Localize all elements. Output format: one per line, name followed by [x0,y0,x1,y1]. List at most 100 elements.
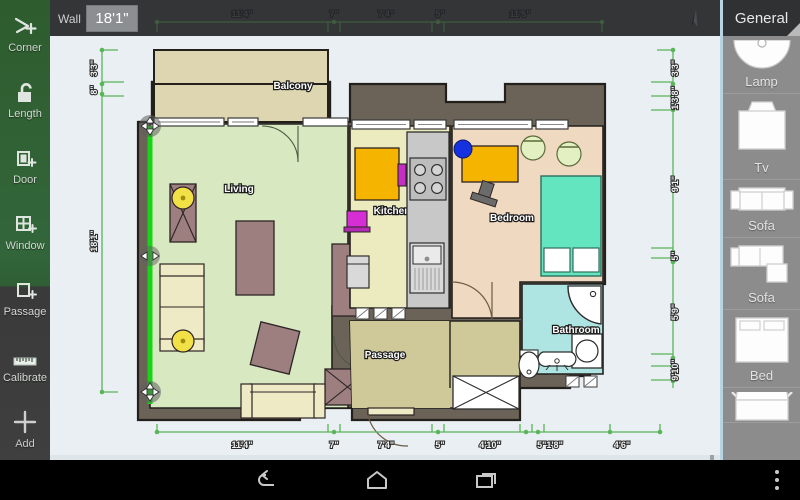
dim-bottom-2: 7'4" [378,440,394,450]
passage-hatch [452,375,520,410]
add-passage-icon [13,275,37,303]
catalog-item-sofa-corner[interactable]: Sofa [723,238,800,310]
tv-thumb [730,98,794,158]
tool-door[interactable]: Door [0,132,50,198]
dim-bottom-3: 5" [435,440,444,450]
balcony-window [153,117,349,127]
room-label-passage: Passage [365,350,406,361]
kitchen-table [354,147,407,201]
recents-icon [476,473,496,488]
catalog-category-selector[interactable]: General [723,0,800,36]
wall-handle-bottom [139,381,161,403]
dim-right-0: 3'3" [670,60,680,76]
plus-icon [12,407,38,435]
left-toolbar: Corner Length Door Window Passage Calibr… [0,0,50,497]
dim-bottom-5: 5"1'8" [537,440,563,450]
dim-left-1: 8" [89,85,99,94]
living-lamp-b [171,329,195,353]
sofa-straight-thumb [729,184,795,216]
dim-left-0: 3'3" [89,60,99,76]
android-navigation-bar [0,460,800,500]
tool-window[interactable]: Window [0,198,50,264]
room-label-bedroom: Bedroom [490,213,534,224]
lamp-thumb [730,40,794,72]
dim-right-3: 5" [670,251,680,260]
bedroom-bed [540,175,602,277]
catalog-item-bed[interactable]: Bed [723,310,800,388]
unlocked-padlock-icon [13,77,37,105]
nav-back-button[interactable] [212,469,322,491]
tool-door-label: Door [13,174,37,186]
tool-passage-label: Passage [3,306,47,318]
dim-top-4: 11'5" [510,9,531,19]
wall-handle-top [139,115,161,137]
room-label-living: Living [224,184,253,195]
room-balcony: Balcony [153,49,329,123]
floorplan-canvas[interactable]: Balcony Living Kitchen Bedroom Passage B… [50,36,720,460]
floorplan-app: Corner Length Door Window Passage Calibr… [0,0,800,500]
catalog-item-sofa-corner-label: Sofa [748,290,775,305]
add-door-icon [13,143,37,171]
back-arrow-icon [258,470,274,486]
bedroom-window [453,119,569,130]
catalog-item-table-round[interactable] [723,388,800,423]
tool-corner[interactable]: Corner [0,0,50,66]
bathroom-washer [571,333,603,369]
nav-recents-button[interactable] [432,469,542,491]
bathroom-floor-tiles [565,375,598,388]
dim-bottom-0: 11'4" [232,440,253,450]
dim-right-2: 9'1" [670,176,680,192]
catalog-item-tv[interactable]: Tv [723,94,800,180]
tool-calibrate[interactable]: Calibrate [0,330,50,396]
room-passage: Passage [349,320,521,447]
bed-thumb [732,314,792,366]
tool-window-label: Window [5,240,45,252]
bottom-dimension-chain [156,424,661,433]
dim-bottom-1: 7" [329,440,338,450]
nav-home-button[interactable] [322,469,432,491]
add-window-icon [13,209,37,237]
ruler-icon [12,341,38,369]
dim-left-2: 18'1" [89,230,99,251]
tool-add-label: Add [15,438,35,450]
add-corner-icon [12,11,38,39]
room-label-balcony: Balcony [274,81,313,92]
kitchen-chair [343,210,371,233]
room-living: Living [149,117,378,419]
dim-right-1: 1'3'8" [670,86,680,110]
left-dimension-chain [101,49,124,393]
room-label-kitchen: Kitchen [374,206,411,217]
catalog-item-sofa-straight[interactable]: Sofa [723,180,800,238]
kitchen-fridge [346,255,370,289]
tool-length-label: Length [8,108,42,120]
tool-passage[interactable]: Passage [0,264,50,330]
catalog-item-sofa-straight-label: Sofa [748,218,775,233]
table-round-thumb [730,392,794,422]
tool-calibrate-label: Calibrate [2,372,48,384]
living-table [235,220,275,296]
dim-top-3: 5" [435,9,444,19]
catalog-category-label: General [734,9,789,27]
kitchen-appliance [409,242,445,294]
tool-corner-label: Corner [8,42,42,54]
dim-right-4: 5'9" [670,304,680,320]
catalog-item-lamp[interactable]: Lamp [723,36,800,94]
top-dimension-ruler: 11'4" 7" 7'4" 5" 11'5" [154,8,605,32]
catalog-item-tv-label: Tv [754,160,769,175]
wall-handle-mid [140,246,160,266]
overflow-menu-icon [775,470,779,490]
tool-length[interactable]: Length [0,66,50,132]
bedroom-chair-b [556,141,582,167]
object-catalog-panel: General Lamp Tv Sofa Sofa Bed [720,0,800,460]
living-lamp-a [171,186,195,210]
dim-right-5: 9'10" [670,359,680,380]
home-icon [367,471,387,489]
sofa-corner-thumb [729,242,795,288]
room-bathroom: Bathroom [518,283,604,388]
catalog-item-bed-label: Bed [749,368,774,383]
tool-add[interactable]: Add [0,396,50,462]
dim-top-2: 7'4" [378,9,394,19]
nav-overflow-button[interactable] [754,468,800,492]
kitchen-window [351,119,447,130]
catalog-item-lamp-label: Lamp [745,74,778,89]
